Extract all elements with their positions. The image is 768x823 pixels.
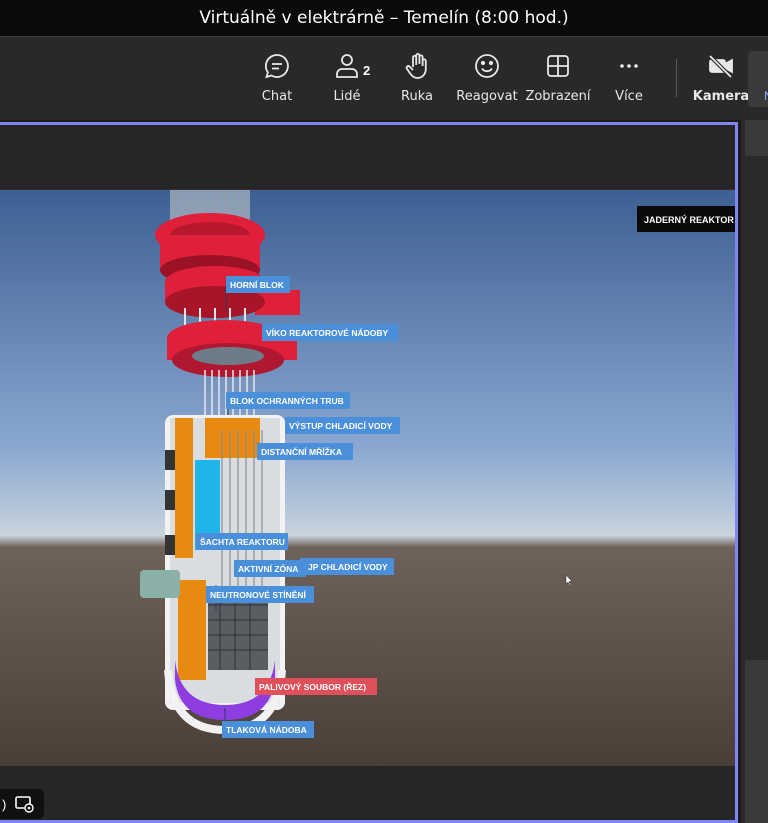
- label-coolant-outlet-text: VÝSTUP CHLADICÍ VODY: [289, 420, 393, 431]
- label-upper-block-text: HORNÍ BLOK: [230, 280, 285, 290]
- label-coolant-inlet-text: JP CHLADICÍ VODY: [308, 562, 388, 572]
- corner-tag-text: JADERNÝ REAKTOR: [644, 214, 734, 225]
- people-count: 2: [363, 63, 371, 78]
- label-reactor-shaft: ŠACHTA REAKTORU: [196, 533, 288, 550]
- screen-share-settings-icon[interactable]: [14, 795, 35, 813]
- chat-icon: [265, 54, 289, 79]
- share-controls-text: ): [2, 796, 7, 812]
- label-active-zone: AKTIVNÍ ZÓNA: [234, 560, 306, 577]
- reactor-illustration: HORNÍ BLOK VÍKO REAKTOROVÉ NÁDOBY BLOK O…: [0, 190, 735, 766]
- label-vessel-lid: VÍKO REAKTOROVÉ NÁDOBY: [262, 324, 398, 341]
- chat-label: Chat: [261, 89, 293, 104]
- reactor-3d-scene[interactable]: HORNÍ BLOK VÍKO REAKTOROVÉ NÁDOBY BLOK O…: [0, 190, 735, 766]
- corner-tag: JADERNÝ REAKTOR: [637, 206, 735, 232]
- label-pressure-vessel: TLAKOVÁ NÁDOBA: [222, 721, 314, 738]
- people-icon: [336, 54, 358, 78]
- meeting-stage: HORNÍ BLOK VÍKO REAKTOROVÉ NÁDOBY BLOK O…: [0, 120, 768, 823]
- side-panel-scrollbar[interactable]: [745, 660, 768, 823]
- label-guide-tube-block-text: BLOK OCHRANNÝCH TRUB: [230, 395, 344, 406]
- label-active-zone-text: AKTIVNÍ ZÓNA: [238, 563, 298, 574]
- toolbar-divider: [676, 59, 677, 97]
- smiley-icon: [475, 54, 499, 78]
- label-vessel-lid-text: VÍKO REAKTOROVÉ NÁDOBY: [266, 328, 388, 338]
- side-panel-top-block: [745, 120, 768, 156]
- screen-share-frame[interactable]: HORNÍ BLOK VÍKO REAKTOROVÉ NÁDOBY BLOK O…: [0, 122, 738, 823]
- side-panel-strip: [741, 120, 768, 823]
- view-button[interactable]: Zobrazení: [523, 51, 593, 111]
- react-button[interactable]: Reagovat: [452, 51, 522, 111]
- chat-button[interactable]: Chat: [242, 51, 312, 111]
- partial-button-label: N: [764, 89, 768, 103]
- grid-layout-icon: [547, 55, 569, 77]
- raise-hand-button[interactable]: Ruka: [382, 51, 452, 111]
- meeting-toolbar: Chat 2 Lidé Ruka Reagovat Zobrazení Více…: [0, 36, 768, 120]
- raise-hand-label: Ruka: [401, 89, 433, 104]
- people-label: Lidé: [333, 89, 361, 104]
- share-controls[interactable]: ): [0, 789, 44, 819]
- label-neutron-shield-text: NEUTRONOVÉ STÍNĚNÍ: [210, 589, 307, 600]
- more-label: Více: [615, 89, 643, 104]
- title-bar: Virtuálně v elektrárně – Temelín (8:00 h…: [0, 0, 768, 36]
- label-pressure-vessel-text: TLAKOVÁ NÁDOBA: [226, 725, 307, 735]
- label-spacer-grid: DISTANČNÍ MŘÍŽKA: [257, 443, 353, 460]
- label-fuel-assembly-text: PALIVOVÝ SOUBOR (ŘEZ): [259, 681, 366, 692]
- label-coolant-inlet: JP CHLADICÍ VODY: [300, 558, 394, 575]
- label-neutron-shield: NEUTRONOVÉ STÍNĚNÍ: [206, 586, 314, 603]
- label-coolant-outlet: VÝSTUP CHLADICÍ VODY: [285, 417, 400, 434]
- view-label: Zobrazení: [525, 89, 591, 104]
- camera-label: Kamera: [692, 89, 750, 104]
- react-label: Reagovat: [456, 89, 518, 104]
- label-fuel-assembly: PALIVOVÝ SOUBOR (ŘEZ): [255, 678, 377, 695]
- label-guide-tube-block: BLOK OCHRANNÝCH TRUB: [226, 392, 350, 409]
- window-title: Virtuálně v elektrárně – Temelín (8:00 h…: [199, 8, 569, 28]
- partial-button[interactable]: N: [748, 51, 768, 107]
- camera-off-icon: [708, 54, 733, 79]
- ellipsis-icon: [620, 64, 638, 68]
- label-reactor-shaft-text: ŠACHTA REAKTORU: [200, 536, 285, 547]
- more-button[interactable]: Více: [594, 51, 664, 111]
- label-upper-block: HORNÍ BLOK: [226, 276, 290, 293]
- hand-icon: [405, 53, 427, 79]
- people-button[interactable]: 2 Lidé: [312, 51, 382, 111]
- camera-button[interactable]: Kamera: [686, 51, 756, 111]
- label-spacer-grid-text: DISTANČNÍ MŘÍŽKA: [261, 446, 342, 457]
